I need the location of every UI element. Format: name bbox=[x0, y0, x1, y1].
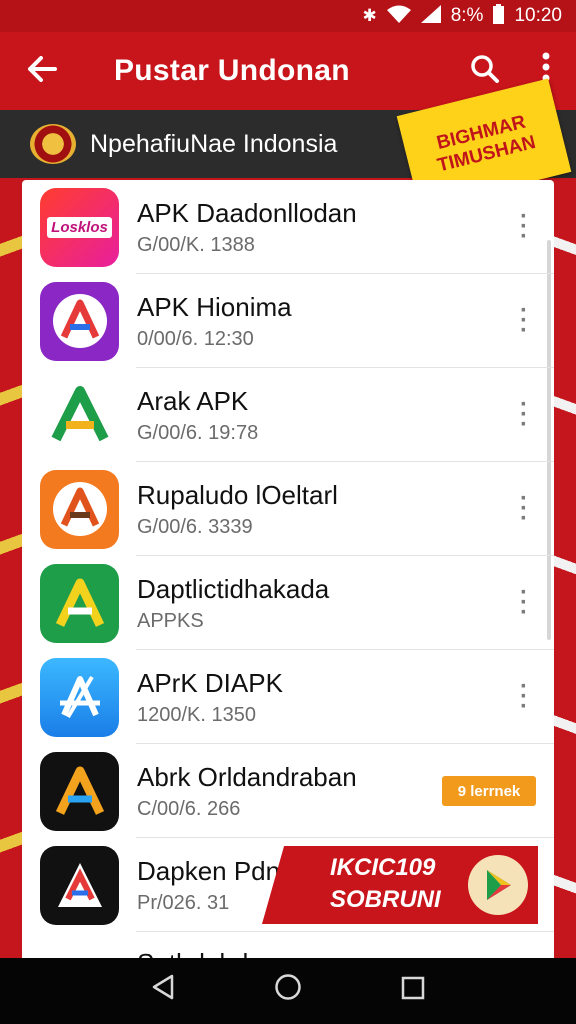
app-meta: G/00/6. 19:78 bbox=[137, 422, 259, 444]
list-item[interactable]: Sathdahd bbox=[22, 932, 554, 960]
app-list: Losklos APK Daadonllodan G/00/K. 1388 · ·… bbox=[22, 180, 554, 960]
item-more-icon[interactable]: · · · bbox=[514, 675, 534, 719]
promo-banner[interactable]: IKCIC109 SOBRUNI bbox=[262, 846, 538, 924]
battery-percent: 8:% bbox=[450, 5, 484, 26]
navigation-bar bbox=[0, 958, 576, 1024]
a-logo-green-square-icon bbox=[40, 563, 119, 643]
promo-text: IKCIC109 SOBRUNI bbox=[330, 854, 441, 913]
page-title: Pustar Undonan bbox=[114, 54, 350, 87]
app-meta: Pr/026. 31 bbox=[137, 892, 230, 914]
lookos-icon: Losklos bbox=[40, 187, 119, 267]
item-more-icon[interactable]: · · · bbox=[514, 205, 534, 249]
a-logo-orange-icon bbox=[40, 469, 119, 549]
app-name: Daptlictidhakada bbox=[137, 574, 330, 604]
app-meta: 1200/K. 1350 bbox=[137, 704, 256, 726]
list-item[interactable]: Abrk Orldandraban C/00/6. 266 9 lerrnek bbox=[22, 744, 554, 838]
battery-icon bbox=[493, 3, 505, 29]
list-item[interactable]: APK Hionima 0/00/6. 12:30 · · · bbox=[22, 274, 554, 368]
app-name: Arak APK bbox=[137, 386, 249, 416]
list-item[interactable]: Arak APK G/00/6. 19:78 · · · bbox=[22, 368, 554, 462]
app-meta: 0/00/6. 12:30 bbox=[137, 328, 254, 350]
app-name: APK Hionima bbox=[137, 292, 292, 322]
app-store-a-icon bbox=[40, 657, 119, 737]
clock: 10:20 bbox=[514, 5, 562, 26]
search-icon[interactable] bbox=[454, 54, 516, 89]
status-bar: ✱ 8:% 10:20 bbox=[0, 0, 576, 32]
a-logo-black2-icon bbox=[40, 845, 119, 925]
signal-icon bbox=[420, 4, 441, 28]
app-meta: G/00/6. 3339 bbox=[137, 516, 253, 538]
region-label: NpehafiuNae Indonsia bbox=[90, 129, 338, 158]
list-item[interactable]: Daptlictidhakada APPKS · · · bbox=[22, 556, 554, 650]
back-nav-icon[interactable] bbox=[133, 973, 193, 1009]
list-item[interactable]: Losklos APK Daadonllodan G/00/K. 1388 · ·… bbox=[22, 180, 554, 274]
emblem-icon bbox=[30, 124, 76, 164]
app-meta: C/00/6. 266 bbox=[137, 798, 241, 820]
play-store-icon[interactable] bbox=[468, 855, 528, 915]
home-nav-icon[interactable] bbox=[258, 973, 318, 1009]
app-name: APrK DIAPK bbox=[137, 668, 283, 698]
a-logo-green-icon bbox=[40, 375, 119, 455]
new-badge[interactable]: 9 lerrnek bbox=[442, 776, 536, 806]
wifi-icon bbox=[386, 5, 411, 28]
a-logo-purple-icon bbox=[40, 281, 119, 361]
bluetooth-icon: ✱ bbox=[362, 6, 377, 25]
list-item[interactable]: APrK DIAPK 1200/K. 1350 · · · bbox=[22, 650, 554, 744]
app-meta: G/00/K. 1388 bbox=[137, 234, 255, 256]
decoration-right bbox=[554, 180, 576, 960]
app-name: Rupaludo lOeltarl bbox=[137, 480, 338, 510]
recents-nav-icon[interactable] bbox=[383, 974, 443, 1008]
item-more-icon[interactable]: · · · bbox=[514, 299, 534, 343]
item-more-icon[interactable]: · · · bbox=[514, 581, 534, 625]
back-arrow-icon[interactable] bbox=[0, 52, 84, 91]
a-logo-black-icon bbox=[40, 751, 119, 831]
decoration-left bbox=[0, 180, 22, 960]
item-more-icon[interactable]: · · · bbox=[514, 487, 534, 531]
app-name: Dapken Pdn bbox=[137, 856, 281, 886]
app-meta: APPKS bbox=[137, 610, 204, 632]
app-name: APK Daadonllodan bbox=[137, 198, 357, 228]
list-item[interactable]: Rupaludo lOeltarl G/00/6. 3339 · · · bbox=[22, 462, 554, 556]
app-name: Abrk Orldandraban bbox=[137, 762, 357, 792]
item-more-icon[interactable]: · · · bbox=[514, 393, 534, 437]
